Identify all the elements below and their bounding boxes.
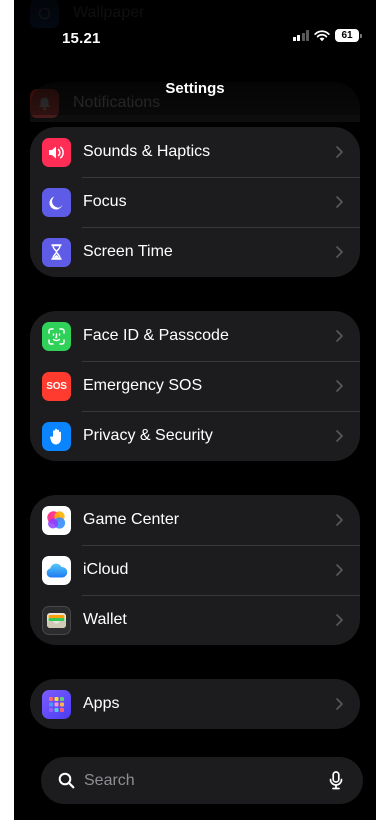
chevron-right-icon — [334, 698, 344, 710]
speaker-icon — [42, 137, 71, 167]
settings-group-apps: Apps — [30, 679, 360, 729]
cloud-icon — [42, 555, 71, 585]
settings-row-privacy-security[interactable]: Privacy & Security — [30, 411, 360, 461]
chevron-right-icon — [334, 330, 344, 342]
settings-row-apps[interactable]: Apps — [30, 679, 360, 729]
status-bar: 15.21 61 — [14, 0, 376, 56]
wallet-icon — [42, 605, 71, 635]
settings-row-label: Game Center — [83, 511, 180, 528]
battery-icon: 61 — [335, 29, 362, 42]
settings-row-label: Privacy & Security — [83, 427, 213, 444]
settings-row-label: Face ID & Passcode — [83, 327, 229, 344]
settings-row-emergency-sos[interactable]: SOS Emergency SOS — [30, 361, 360, 411]
page-title: Settings — [165, 80, 225, 97]
search-icon — [58, 772, 75, 789]
wifi-icon — [314, 29, 330, 42]
settings-screen: Wallpaper Notifications 15.21 61 — [14, 0, 376, 820]
settings-row-label: Sounds & Haptics — [83, 143, 211, 160]
settings-row-label: Emergency SOS — [83, 377, 203, 394]
chevron-right-icon — [334, 146, 344, 158]
search-bar[interactable] — [41, 757, 363, 804]
status-time: 15.21 — [62, 30, 101, 47]
hourglass-icon — [42, 237, 71, 267]
settings-row-face-id[interactable]: Face ID & Passcode — [30, 311, 360, 361]
settings-row-label: Wallet — [83, 611, 127, 628]
settings-row-focus[interactable]: Focus — [30, 177, 360, 227]
settings-row-label: Focus — [83, 193, 127, 210]
hand-icon — [42, 421, 71, 451]
settings-row-label: iCloud — [83, 561, 129, 578]
settings-group-security: Face ID & Passcode SOS Emergency SOS Pri… — [30, 311, 360, 461]
chevron-right-icon — [334, 380, 344, 392]
battery-level: 61 — [335, 29, 359, 42]
game-center-icon — [42, 505, 71, 535]
settings-row-label: Screen Time — [83, 243, 173, 260]
chevron-right-icon — [334, 196, 344, 208]
status-indicators: 61 — [292, 29, 362, 42]
chevron-right-icon — [334, 614, 344, 626]
settings-group-sounds: Sounds & Haptics Focus Screen Time — [30, 127, 360, 277]
settings-row-wallet[interactable]: Wallet — [30, 595, 360, 645]
cellular-signal-icon — [292, 30, 309, 41]
chevron-right-icon — [334, 564, 344, 576]
chevron-right-icon — [334, 514, 344, 526]
settings-row-sounds-haptics[interactable]: Sounds & Haptics — [30, 127, 360, 177]
chevron-right-icon — [334, 430, 344, 442]
moon-icon — [42, 187, 71, 217]
settings-group-accounts: Game Center iCloud Wallet — [30, 495, 360, 645]
search-input[interactable] — [84, 771, 329, 790]
settings-row-screen-time[interactable]: Screen Time — [30, 227, 360, 277]
chevron-right-icon — [334, 246, 344, 258]
sos-icon-text: SOS — [46, 380, 67, 392]
settings-row-icloud[interactable]: iCloud — [30, 545, 360, 595]
sos-icon: SOS — [42, 371, 71, 401]
apps-grid-icon — [42, 689, 71, 719]
face-id-icon — [42, 321, 71, 351]
microphone-icon[interactable] — [329, 771, 343, 790]
settings-row-game-center[interactable]: Game Center — [30, 495, 360, 545]
settings-row-label: Apps — [83, 695, 120, 712]
